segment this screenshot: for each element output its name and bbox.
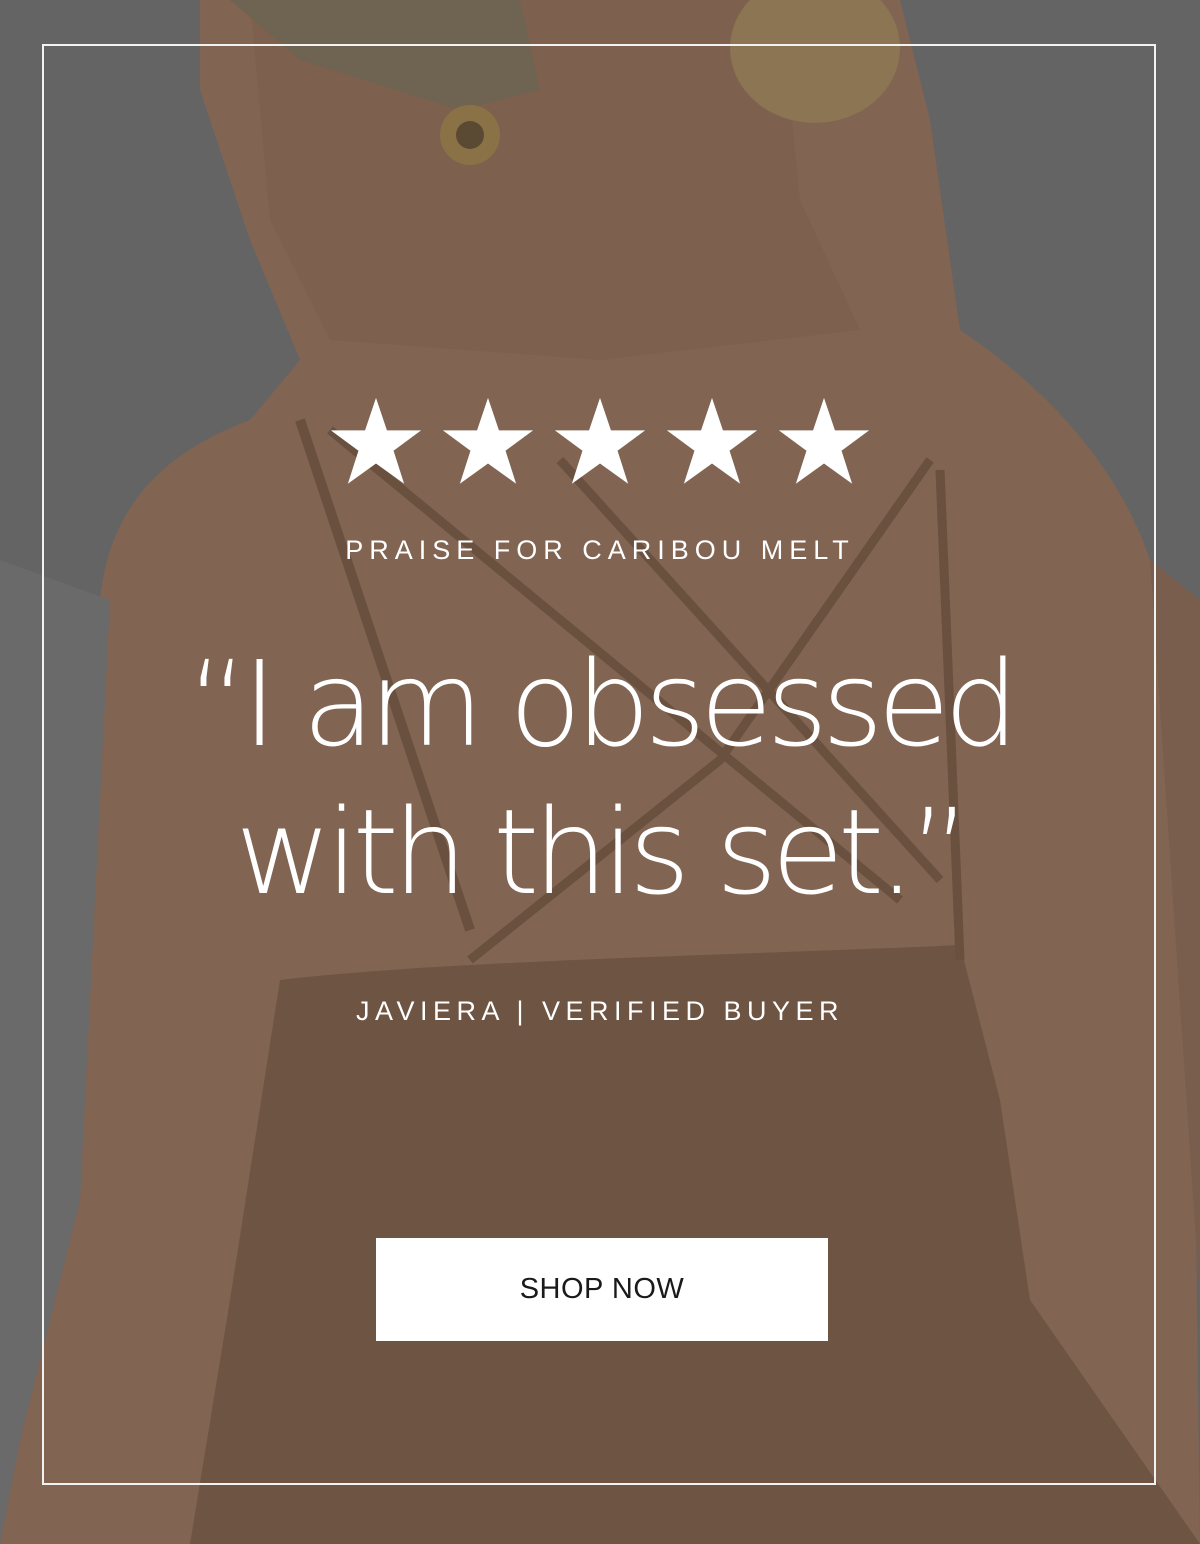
star-icon	[666, 398, 758, 484]
shop-now-button[interactable]: SHOP NOW	[376, 1238, 828, 1341]
star-icon	[554, 398, 646, 484]
quote-line-2: with this set.”	[235, 783, 971, 921]
star-icon	[330, 398, 422, 484]
review-attribution: JAVIERA | VERIFIED BUYER	[355, 996, 845, 1026]
review-quote: “I am obsessed with this set.”	[100, 630, 1100, 926]
star-icon	[442, 398, 534, 484]
quote-line-1: “I am obsessed	[187, 635, 1019, 773]
rating-stars	[0, 398, 1200, 490]
review-eyebrow: PRAISE FOR CARIBOU MELT	[345, 535, 855, 565]
star-icon	[778, 398, 870, 484]
